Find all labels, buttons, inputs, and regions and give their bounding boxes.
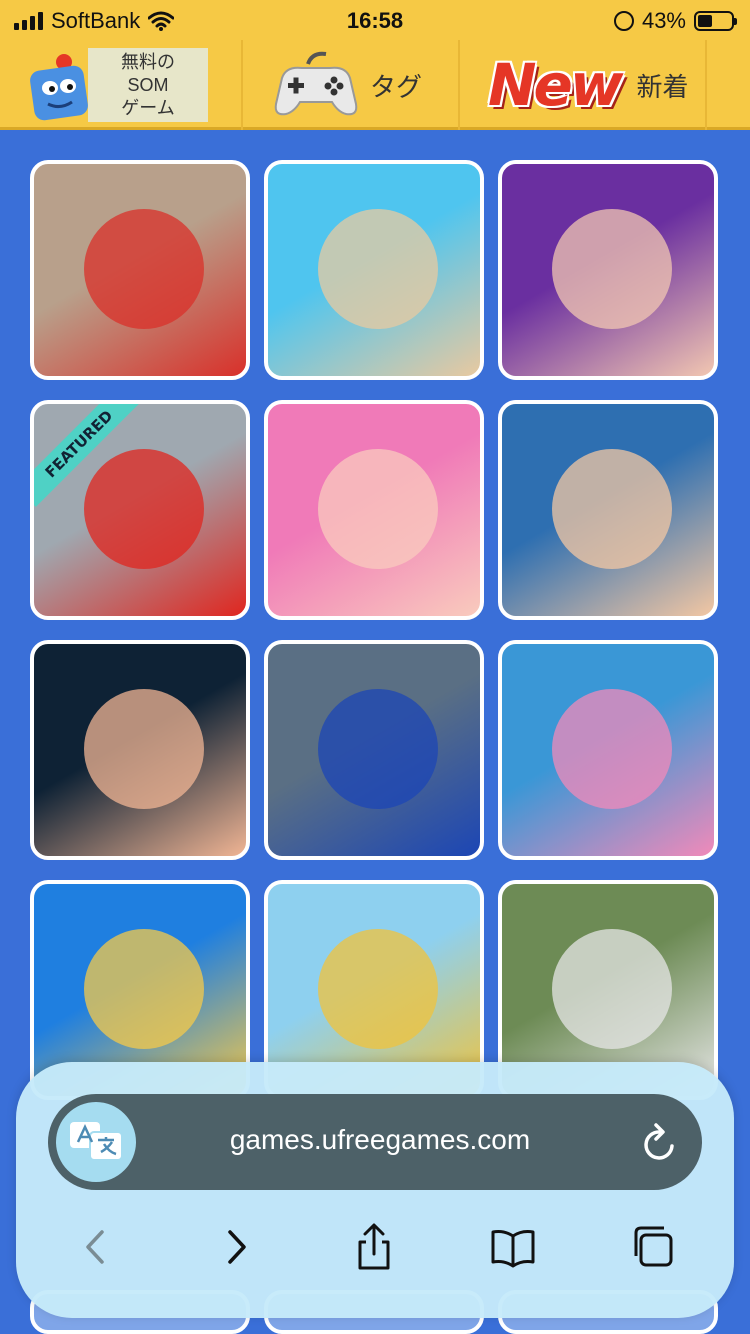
thumbnail-art	[552, 929, 672, 1049]
forward-icon[interactable]	[212, 1222, 262, 1272]
share-icon[interactable]	[349, 1222, 399, 1272]
thumbnail-art	[552, 689, 672, 809]
nav-divider	[458, 40, 460, 130]
address-bar[interactable]: games.ufreegames.com	[48, 1094, 702, 1190]
baby-care-thumbnail[interactable]	[498, 400, 718, 620]
new-badge-logo: New	[488, 51, 623, 119]
thumbnail-art	[84, 209, 204, 329]
battery-icon	[694, 11, 737, 31]
logo-label-line3: ゲーム	[121, 98, 175, 118]
nav-tags-label: タグ	[370, 71, 423, 102]
thumbnail-art	[318, 689, 438, 809]
translate-icon	[70, 1122, 123, 1161]
back-icon[interactable]	[70, 1222, 120, 1272]
url-text[interactable]: games.ufreegames.com	[148, 1124, 612, 1156]
browser-toolbar	[16, 1212, 734, 1282]
tabs-icon[interactable]	[628, 1222, 678, 1272]
makeup-cosmetics-thumbnail[interactable]	[498, 640, 718, 860]
nav-new-button[interactable]: New 新着	[488, 40, 688, 130]
logo-label-line1: 無料の	[121, 52, 175, 72]
fruit-match-puzzle-thumbnail[interactable]	[30, 160, 250, 380]
site-logo-label[interactable]: 無料の SOM ゲーム	[88, 48, 208, 122]
thumbnail-art	[84, 449, 204, 569]
gamepad-icon	[274, 51, 358, 116]
logo-label-line2: SOM	[127, 75, 169, 95]
alarm-icon	[613, 11, 634, 31]
bookmarks-icon[interactable]	[488, 1222, 538, 1272]
thumbnail-art	[552, 209, 672, 329]
status-right: 43%	[613, 8, 737, 34]
thumbnail-art	[84, 689, 204, 809]
browser-bottom-bar: games.ufreegames.com	[16, 1062, 734, 1318]
nav-new-label: 新着	[636, 71, 689, 102]
nav-divider	[241, 40, 243, 130]
princess-makeup-thumbnail[interactable]	[264, 400, 484, 620]
battery-percent: 43%	[641, 8, 686, 33]
hotel-money-thumbnail[interactable]	[264, 160, 484, 380]
motorbike-racer-thumbnail[interactable]	[264, 640, 484, 860]
thumbnail-art	[552, 449, 672, 569]
thumbnail-art	[318, 209, 438, 329]
battery-fill	[698, 15, 712, 27]
nav-divider	[705, 40, 707, 130]
thumbnail-art	[318, 929, 438, 1049]
thumbnail-art	[84, 929, 204, 1049]
thumbnail-art	[318, 449, 438, 569]
cartoon-face-thumbnail[interactable]	[30, 640, 250, 860]
som-mascot-icon[interactable]	[28, 52, 90, 122]
nav-tags-button[interactable]: タグ	[272, 40, 422, 130]
stickman-shooter-thumbnail[interactable]: FEATURED	[30, 400, 250, 620]
site-nav-bar: 無料の SOM ゲーム タグ New 新着	[0, 40, 750, 130]
reload-icon[interactable]	[640, 1120, 680, 1164]
status-bar: SoftBank 16:58 43%	[0, 0, 750, 40]
face-makeover-thumbnail[interactable]	[498, 160, 718, 380]
translate-button[interactable]	[56, 1102, 136, 1182]
